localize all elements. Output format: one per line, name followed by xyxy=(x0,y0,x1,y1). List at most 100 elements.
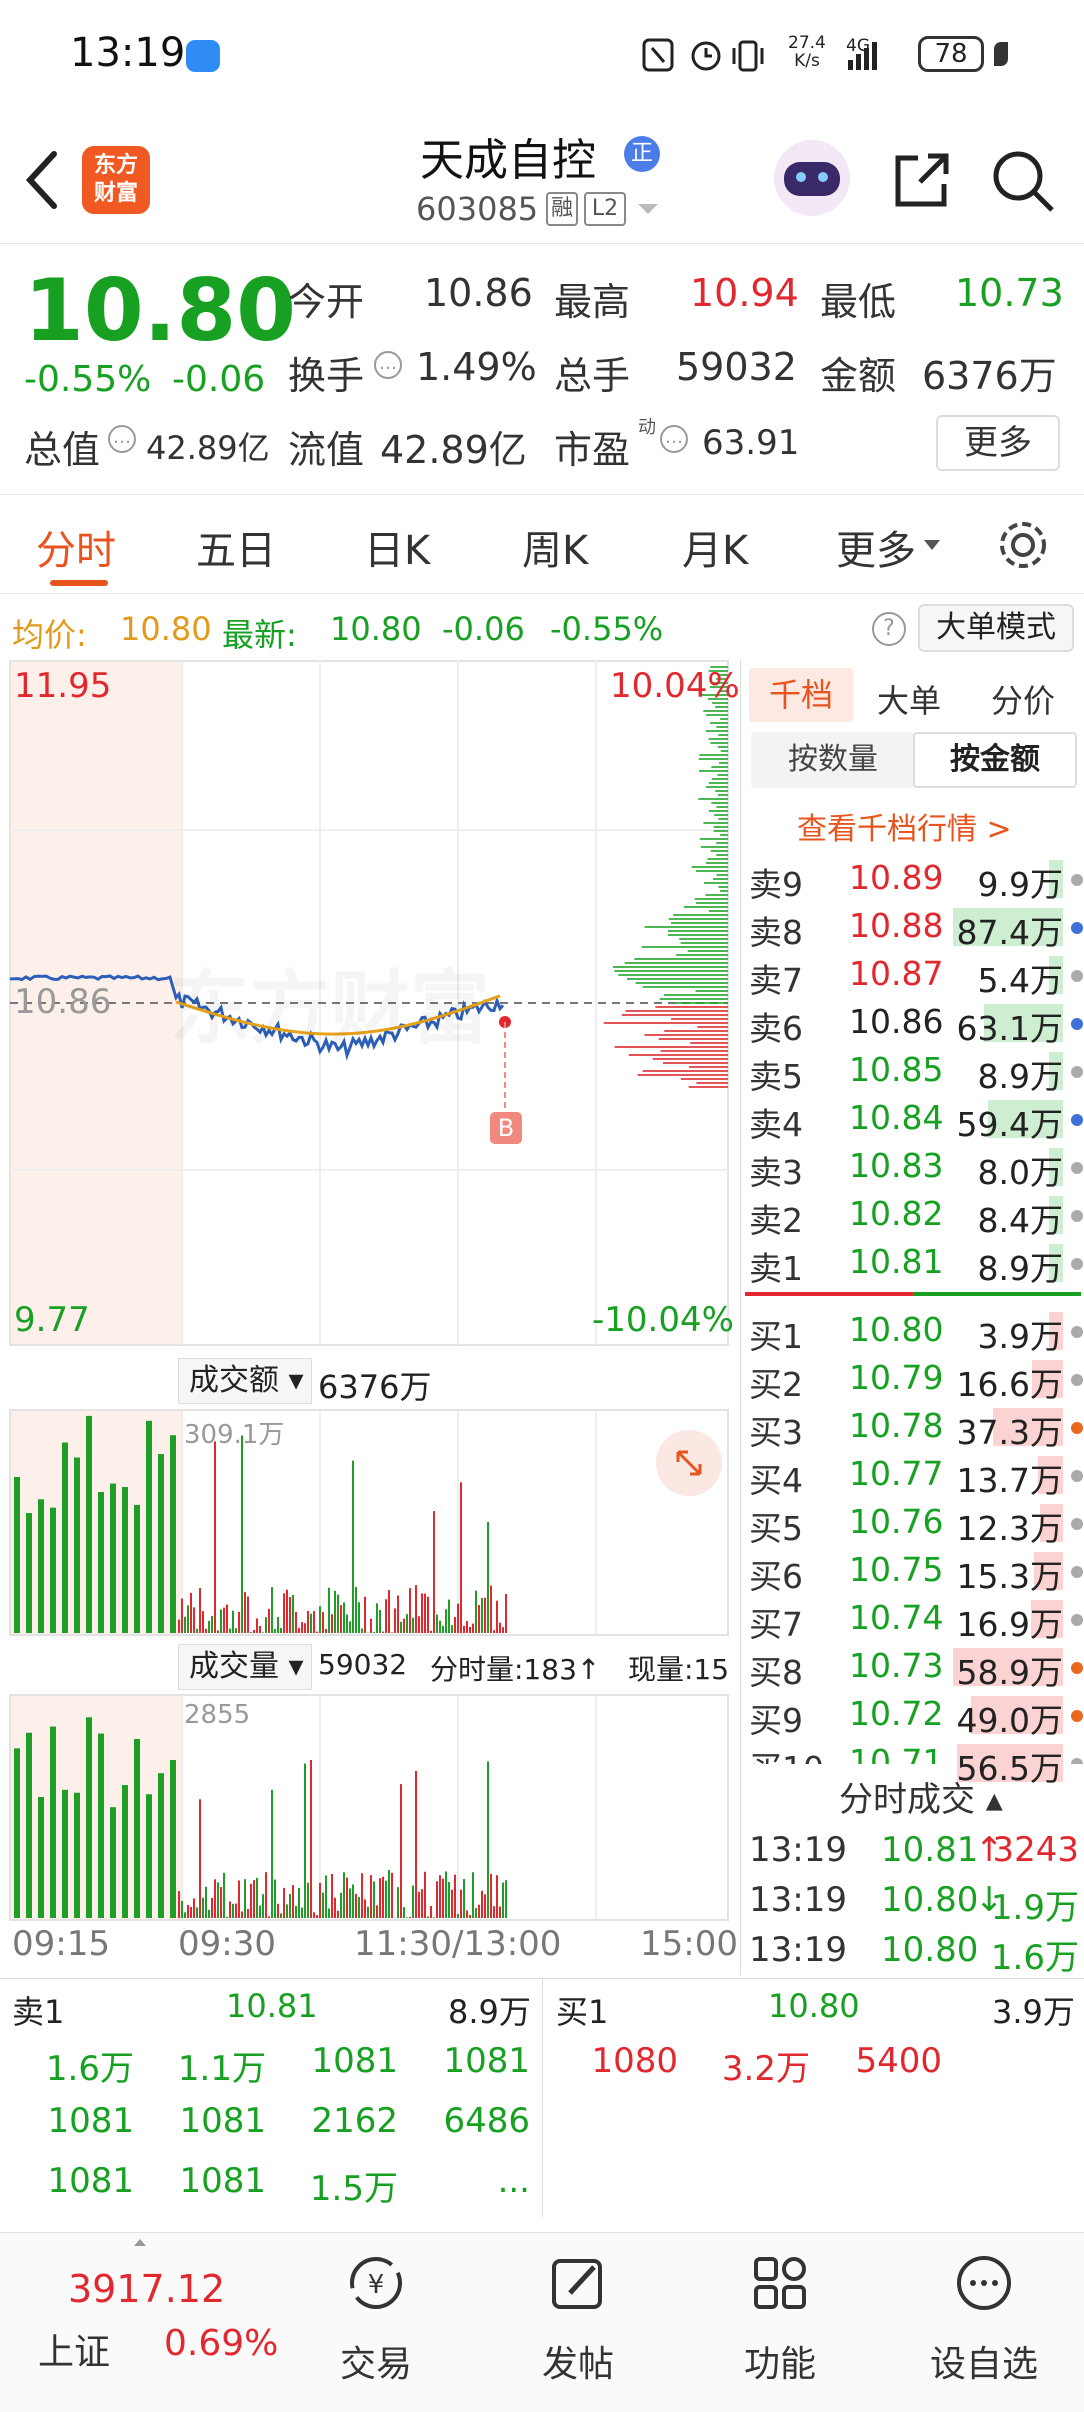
nav-post[interactable]: 发帖 xyxy=(478,2233,678,2412)
price-summary-bar: 均价: 10.80 最新: 10.80 -0.06 -0.55% ? 大单模式 xyxy=(0,598,1084,660)
amount-bar xyxy=(307,1610,309,1633)
volume-bar xyxy=(424,1871,426,1918)
info-icon[interactable]: … xyxy=(374,351,402,379)
tab-intraday[interactable]: 分时 xyxy=(36,518,116,576)
amount-bar xyxy=(298,1627,300,1633)
tab-big-orders[interactable]: 大单 xyxy=(877,676,941,722)
volume-bar xyxy=(448,1881,450,1918)
tab-five-day[interactable]: 五日 xyxy=(196,518,276,576)
ask-level-9[interactable]: 卖1 10.81 8.9万 xyxy=(749,1240,1084,1288)
volume-indicator-select[interactable]: 成交量 ▾ xyxy=(178,1644,312,1690)
volume-bar xyxy=(370,1875,372,1918)
price-distribution-bar xyxy=(664,1030,728,1032)
more-quote-button[interactable]: 更多 xyxy=(936,415,1060,471)
watermark: 东方财富 xyxy=(170,944,490,1060)
intraday-chart[interactable]: 11.95 10.04% 10.86 9.77 -10.04% 东方财富 B 成… xyxy=(0,660,740,1975)
bid-level-4[interactable]: 买4 10.77 13.7万 xyxy=(749,1452,1084,1500)
index-ticker[interactable]: 3917.12 上证 0.69% xyxy=(20,2233,278,2412)
ask-level-6[interactable]: 卖4 10.84 59.4万 xyxy=(749,1096,1084,1144)
share-icon[interactable] xyxy=(890,148,954,212)
amount-bar xyxy=(226,1604,228,1633)
bid-level-5[interactable]: 买5 10.76 12.3万 xyxy=(749,1500,1084,1548)
amount-bar xyxy=(313,1611,315,1633)
amount-bar xyxy=(373,1631,375,1633)
by-amount-toggle[interactable]: 按金额 xyxy=(913,732,1077,788)
amount-bar xyxy=(490,1585,492,1633)
big-order-mode-button[interactable]: 大单模式 xyxy=(918,604,1074,652)
ask-level-3[interactable]: 卖7 10.87 5.4万 xyxy=(749,952,1084,1000)
pe-dynamic-mark: 动 xyxy=(638,417,656,438)
level-price: 10.74 xyxy=(849,1598,944,1637)
back-icon[interactable] xyxy=(22,148,62,212)
volume-bar xyxy=(466,1910,468,1918)
sell-queue-item: 1081 xyxy=(443,2041,530,2081)
sell1-label: 卖1 xyxy=(12,1993,65,2031)
ask-level-8[interactable]: 卖2 10.82 8.4万 xyxy=(749,1192,1084,1240)
avg-value: 10.80 xyxy=(120,610,212,648)
ask-level-7[interactable]: 卖3 10.83 8.0万 xyxy=(749,1144,1084,1192)
level-dot-icon xyxy=(1071,922,1083,934)
ask-level-5[interactable]: 卖5 10.85 8.9万 xyxy=(749,1048,1084,1096)
search-icon[interactable] xyxy=(990,148,1056,214)
level-volume: 15.3万 xyxy=(956,1557,1063,1596)
tab-level-book[interactable]: 千档 xyxy=(749,668,853,722)
price-distribution-bar xyxy=(708,810,728,812)
stock-name[interactable]: 天成自控 xyxy=(420,124,596,188)
amount-bar xyxy=(122,1487,128,1633)
price-distribution-bar xyxy=(644,926,728,928)
nav-functions[interactable]: 功能 xyxy=(680,2233,880,2412)
market-cap-label: 总值 xyxy=(24,428,101,472)
info-icon[interactable]: … xyxy=(108,425,136,453)
chevron-down-icon[interactable] xyxy=(636,202,660,218)
amount-bar xyxy=(146,1420,152,1633)
ask-level-4[interactable]: 卖6 10.86 63.1万 xyxy=(749,1000,1084,1048)
level-label: 卖7 xyxy=(749,961,803,1000)
volume-bar xyxy=(214,1879,216,1918)
volume-bar xyxy=(14,1748,20,1918)
price-distribution-bar xyxy=(705,786,728,788)
level-price: 10.76 xyxy=(849,1502,944,1541)
amount-bar xyxy=(181,1598,183,1633)
bid-level-1[interactable]: 买1 10.80 3.9万 xyxy=(749,1308,1084,1356)
gear-icon[interactable] xyxy=(994,516,1052,574)
price-distribution-bar xyxy=(668,918,728,920)
ai-assistant-icon[interactable] xyxy=(774,140,850,216)
by-quantity-toggle[interactable]: 按数量 xyxy=(751,732,915,788)
level-label: 买2 xyxy=(749,1365,803,1404)
help-icon[interactable]: ? xyxy=(872,612,906,646)
level-label: 卖8 xyxy=(749,913,803,952)
tab-weekly-k[interactable]: 周K xyxy=(522,518,588,576)
amount-indicator-select[interactable]: 成交额 ▾ xyxy=(178,1358,312,1404)
nav-trade[interactable]: ¥ 交易 xyxy=(276,2233,476,2412)
bid-level-8[interactable]: 买8 10.73 58.9万 xyxy=(749,1644,1084,1692)
tab-monthly-k[interactable]: 月K xyxy=(682,518,748,576)
expand-icon[interactable] xyxy=(656,1430,722,1496)
bid-level-7[interactable]: 买7 10.74 16.9万 xyxy=(749,1596,1084,1644)
turnover-value: 1.49% xyxy=(416,345,537,389)
eastmoney-logo[interactable]: 东方 财富 xyxy=(82,146,150,214)
tab-price-distribution[interactable]: 分价 xyxy=(991,676,1055,722)
level-volume: 13.7万 xyxy=(956,1461,1063,1500)
turnover-label: 换手 xyxy=(288,354,365,398)
amount-bar xyxy=(499,1622,501,1633)
nav-add-watchlist[interactable]: 设自选 xyxy=(884,2233,1084,2412)
volume-bar xyxy=(409,1916,411,1918)
amount-label: 金额 xyxy=(820,354,897,398)
bid-level-3[interactable]: 买3 10.78 37.3万 xyxy=(749,1404,1084,1452)
view-full-book-link[interactable]: 查看千档行情 > xyxy=(797,804,1012,848)
price-distribution-bar xyxy=(716,854,728,856)
ask-level-1[interactable]: 卖9 10.89 9.9万 xyxy=(749,856,1084,904)
percent-axis-bottom: -10.04% xyxy=(592,1300,734,1340)
level-price: 10.80 xyxy=(849,1310,944,1349)
bid-level-2[interactable]: 买2 10.79 16.6万 xyxy=(749,1356,1084,1404)
bid-level-6[interactable]: 买6 10.75 15.3万 xyxy=(749,1548,1084,1596)
volume-bar xyxy=(283,1887,285,1918)
tab-daily-k[interactable]: 日K xyxy=(364,518,430,576)
info-icon[interactable]: … xyxy=(660,425,688,453)
amount-bar xyxy=(442,1625,444,1633)
amount-bar xyxy=(364,1596,366,1633)
tab-more[interactable]: 更多 xyxy=(836,518,916,576)
bid-level-9[interactable]: 买9 10.72 49.0万 xyxy=(749,1692,1084,1740)
buy-marker[interactable]: B xyxy=(490,1112,522,1144)
ask-level-2[interactable]: 卖8 10.88 87.4万 xyxy=(749,904,1084,952)
